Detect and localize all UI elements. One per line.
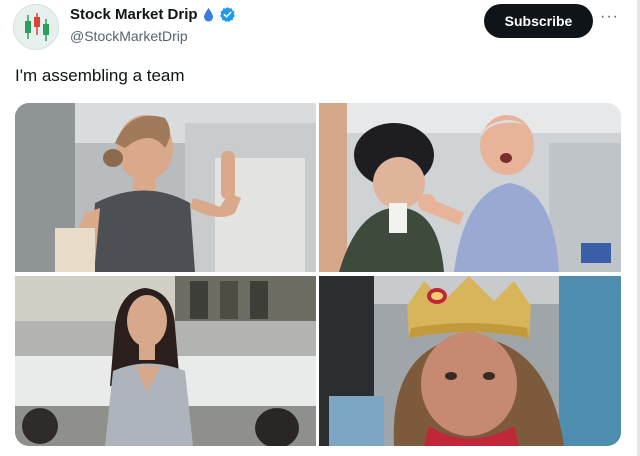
media-photo-4[interactable]: [319, 276, 621, 446]
water-drop-icon: [203, 8, 213, 22]
candlestick-chart-avatar: [25, 13, 49, 41]
verified-badge-icon: [219, 7, 235, 23]
name-row: Stock Market Drip: [70, 6, 236, 23]
media-photo-3[interactable]: [15, 276, 316, 446]
media-photo-2[interactable]: [319, 103, 621, 272]
account-avatar[interactable]: [13, 4, 59, 50]
subscribe-button[interactable]: Subscribe: [484, 4, 593, 38]
media-photo-1[interactable]: [15, 103, 316, 272]
display-name[interactable]: Stock Market Drip: [70, 6, 198, 23]
account-handle[interactable]: @StockMarketDrip: [70, 28, 188, 44]
media-grid: [15, 103, 621, 446]
more-options-icon[interactable]: ···: [600, 8, 619, 26]
tweet-header: Stock Market Drip @StockMarketDrip Subsc…: [0, 0, 640, 60]
tweet-text: I'm assembling a team: [15, 66, 185, 85]
